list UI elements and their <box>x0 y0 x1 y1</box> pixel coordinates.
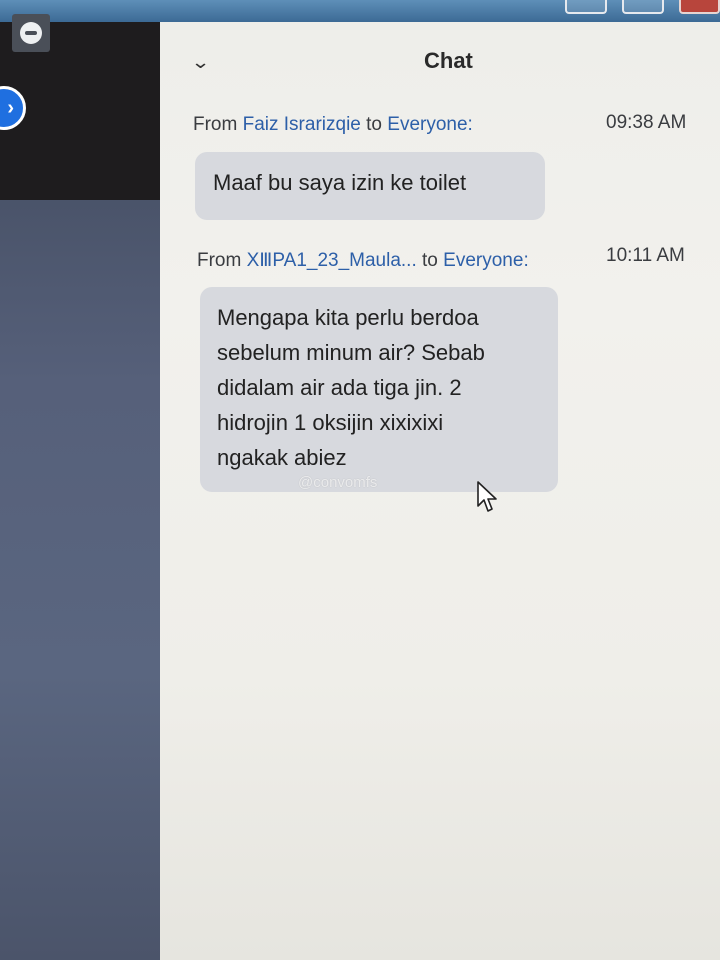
to-label: to <box>366 114 382 135</box>
message-line: didalam air ada tiga jin. 2 <box>217 375 462 400</box>
to-label: to <box>422 250 438 271</box>
minimize-button[interactable] <box>565 0 607 14</box>
maximize-button[interactable] <box>622 0 664 14</box>
mouse-cursor-icon <box>477 481 497 512</box>
recipient-name[interactable]: Everyone: <box>387 114 473 135</box>
message-line: ngakak abiez <box>217 445 347 470</box>
watermark: @convomfs <box>298 474 378 491</box>
message-line: hidrojin 1 oksijin xixixixi <box>217 410 444 435</box>
message-time: 10:11 AM <box>606 245 685 266</box>
window-title-bar <box>0 0 720 22</box>
message-bubble: Maaf bu saya izin ke toilet <box>195 152 545 220</box>
close-button[interactable] <box>679 0 720 14</box>
chat-panel: ⌄ Chat From Faiz Israrizqie to Everyone:… <box>160 22 720 960</box>
message-line: Mengapa kita perlu berdoa <box>217 305 479 330</box>
chat-title: Chat <box>424 48 473 73</box>
chevron-down-icon[interactable]: ⌄ <box>191 52 211 73</box>
sender-name[interactable]: Faiz Israrizqie <box>243 114 361 135</box>
message-header: From Faiz Israrizqie to Everyone: <box>193 114 473 136</box>
message-text: Maaf bu saya izin ke toilet <box>213 170 467 195</box>
message-time: 09:38 AM <box>606 112 687 133</box>
message-line: sebelum minum air? Sebab <box>217 340 485 365</box>
recipient-name[interactable]: Everyone: <box>443 250 529 271</box>
from-label: From <box>193 114 238 135</box>
sender-name[interactable]: XⅢPA1_23_Maula... <box>247 250 417 271</box>
app-icon[interactable] <box>12 14 50 52</box>
message-bubble: Mengapa kita perlu berdoa sebelum minum … <box>200 287 558 492</box>
message-header: From XⅢPA1_23_Maula... to Everyone: <box>197 249 529 272</box>
from-label: From <box>197 250 242 271</box>
